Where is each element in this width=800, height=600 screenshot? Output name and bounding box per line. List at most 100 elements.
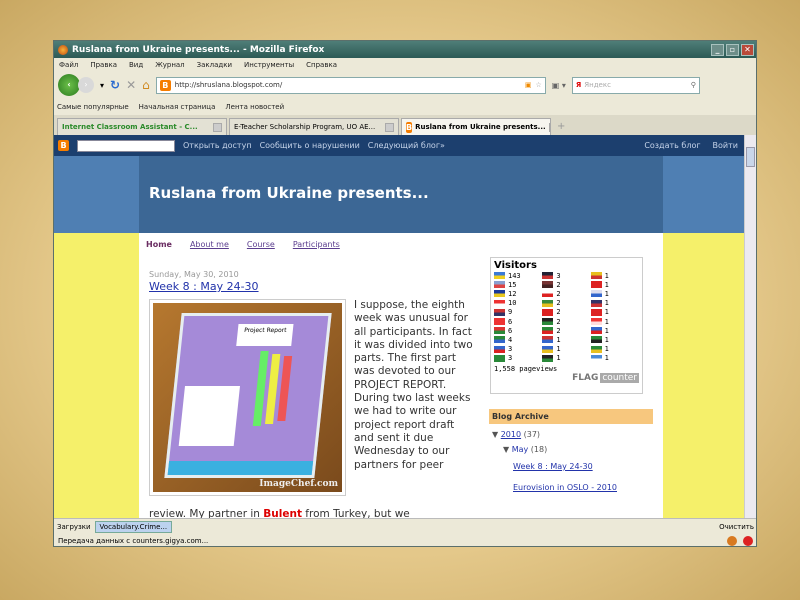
addon-icon[interactable]: ▣ ▾	[552, 81, 566, 90]
flag-entry: 15	[494, 280, 542, 289]
archive-year[interactable]: ▼ 2010 (37)	[489, 430, 653, 439]
flag-entry: 2	[542, 289, 590, 298]
sign-in-link[interactable]: Войти	[713, 141, 738, 150]
menu-edit[interactable]: Правка	[90, 61, 117, 69]
tab-classroom-assistant[interactable]: Internet Classroom Assistant - C...	[57, 118, 227, 135]
blogger-navbar: B Открыть доступ Сообщить о нарушении След…	[54, 135, 746, 156]
bookmark-star-icon[interactable]: ☆	[535, 81, 541, 89]
close-button[interactable]: ✕	[741, 43, 754, 56]
post-link-bulent[interactable]: Bulent	[263, 508, 302, 518]
clear-downloads-button[interactable]: Очистить	[719, 523, 756, 531]
blogger-logo[interactable]: B	[58, 140, 69, 151]
search-icon[interactable]: ⚲	[691, 81, 696, 89]
stop-icon[interactable]: ✕	[126, 78, 136, 92]
maximize-button[interactable]: ▫	[726, 43, 739, 56]
bookmark-news-feed[interactable]: Лента новостей	[225, 103, 284, 111]
report-abuse-link[interactable]: Сообщить о нарушении	[260, 141, 360, 150]
red-stripe	[277, 356, 293, 421]
blog-search-input[interactable]	[77, 139, 175, 152]
download-item[interactable]: Vocabulary.Crime...	[94, 520, 173, 533]
menu-bar: Файл Правка Вид Журнал Закладки Инструменты Сп…	[54, 58, 756, 71]
rss-icon[interactable]: ▣	[525, 81, 532, 89]
flag-entry: 1	[590, 317, 639, 326]
firefox-icon	[58, 44, 68, 55]
flag-entry: 1	[542, 335, 590, 344]
menu-tools[interactable]: Инструменты	[244, 61, 294, 69]
forward-button[interactable]: ›	[78, 77, 94, 93]
next-blog-link[interactable]: Следующий блог»	[368, 141, 445, 150]
adblock-icon[interactable]	[743, 536, 753, 546]
archive-year-count: (37)	[523, 430, 541, 439]
share-link[interactable]: Открыть доступ	[183, 141, 252, 150]
menu-bookmarks[interactable]: Закладки	[197, 61, 232, 69]
tab-close-icon[interactable]	[213, 122, 222, 132]
downloads-button[interactable]: Загрузки	[57, 523, 91, 531]
menu-history[interactable]: Журнал	[155, 61, 184, 69]
country-flag-icon	[590, 345, 602, 353]
flag-entry: 10	[494, 299, 542, 308]
country-flag-icon	[494, 345, 505, 353]
create-blog-link[interactable]: Создать блог	[644, 141, 700, 150]
flag-entry: 2	[542, 299, 590, 308]
blog-title[interactable]: Ruslana from Ukraine presents...	[149, 184, 429, 202]
blog-header: Ruslana from Ukraine presents...	[139, 156, 663, 233]
yandex-icon[interactable]: Я	[576, 81, 581, 89]
country-flag-icon	[590, 308, 602, 316]
flag-count: 9	[508, 308, 513, 317]
blog-main: Home About me Course Participants Sunday, M…	[139, 233, 663, 518]
visitors-widget[interactable]: Visitors 143 3 1 15 2 1 12 2 1 10 2 1 9 2 1 6 2 1 6 2 1 4 1 1 3 1 1…	[490, 257, 643, 394]
url-bar[interactable]: Bhttp://shruslana.blogspot.com/ ▣ ☆	[155, 76, 546, 94]
post-title[interactable]: Week 8 : May 24-30	[149, 280, 259, 293]
project-report-binder: Project Report	[164, 313, 332, 478]
bookmark-popular[interactable]: Самые популярные	[57, 103, 129, 111]
scroll-thumb[interactable]	[746, 147, 755, 167]
menu-help[interactable]: Справка	[306, 61, 337, 69]
flag-grid: 143 3 1 15 2 1 12 2 1 10 2 1 9 2 1 6 2 1 6 2 1 4 1 1 3 1 1 3 1 1	[494, 271, 639, 363]
back-button[interactable]: ‹	[58, 74, 80, 96]
flag-count: 1	[556, 354, 561, 363]
archive-post-link[interactable]: Week 8 : May 24-30	[513, 462, 593, 471]
country-flag-icon	[590, 327, 602, 335]
vertical-scrollbar[interactable]	[744, 135, 756, 518]
tab-close-icon[interactable]	[548, 122, 550, 132]
page-tab-home[interactable]: Home	[146, 240, 172, 249]
post-image[interactable]: Project Report ImageChef.com	[149, 299, 346, 496]
history-dropdown-icon[interactable]: ▾	[100, 81, 104, 90]
tab-close-icon[interactable]	[385, 122, 394, 132]
search-input[interactable]: Я Яндекс ⚲	[571, 76, 700, 94]
country-flag-icon	[590, 299, 602, 307]
minimize-button[interactable]: _	[711, 43, 724, 56]
archive-year-link[interactable]: 2010	[501, 430, 521, 439]
archive-month-link[interactable]: May	[512, 445, 529, 454]
home-icon[interactable]: ⌂	[142, 78, 150, 92]
page-tab-participants[interactable]: Participants	[293, 240, 340, 249]
tab-ruslana[interactable]: B Ruslana from Ukraine presents...	[401, 118, 551, 135]
archive-month[interactable]: ▼ May (18)	[489, 445, 653, 454]
tab-eteacher[interactable]: E-Teacher Scholarship Program, UO AE...	[229, 118, 399, 135]
flag-entry: 1	[590, 326, 639, 335]
flag-entry: 1	[590, 299, 639, 308]
firefox-status-icon[interactable]	[727, 536, 737, 546]
country-flag-icon	[494, 327, 505, 335]
flag-count: 1	[604, 317, 609, 326]
image-watermark: ImageChef.com	[259, 479, 338, 489]
brand-flag: FLAG	[572, 372, 599, 383]
bookmark-start-page[interactable]: Начальная страница	[139, 103, 216, 111]
menu-view[interactable]: Вид	[129, 61, 143, 69]
blogger-favicon: B	[159, 79, 171, 91]
visitors-title: Visitors	[494, 260, 537, 271]
page-tab-about[interactable]: About me	[190, 240, 229, 249]
flag-entry: 1	[590, 354, 639, 363]
flag-count: 1	[604, 326, 609, 335]
menu-file[interactable]: Файл	[59, 61, 78, 69]
reload-icon[interactable]: ↻	[110, 78, 120, 92]
tab-label: Ruslana from Ukraine presents...	[415, 123, 546, 131]
flag-count: 1	[556, 335, 561, 344]
new-tab-button[interactable]: +	[553, 121, 569, 135]
post-date: Sunday, May 30, 2010	[149, 270, 239, 279]
page-tab-course[interactable]: Course	[247, 240, 275, 249]
archive-post-link[interactable]: Eurovision in OSLO - 2010	[513, 483, 617, 492]
url-text: http://shruslana.blogspot.com/	[174, 81, 283, 89]
flag-counter-logo[interactable]: FLAG counter	[494, 372, 639, 383]
flag-count: 1	[604, 280, 609, 289]
